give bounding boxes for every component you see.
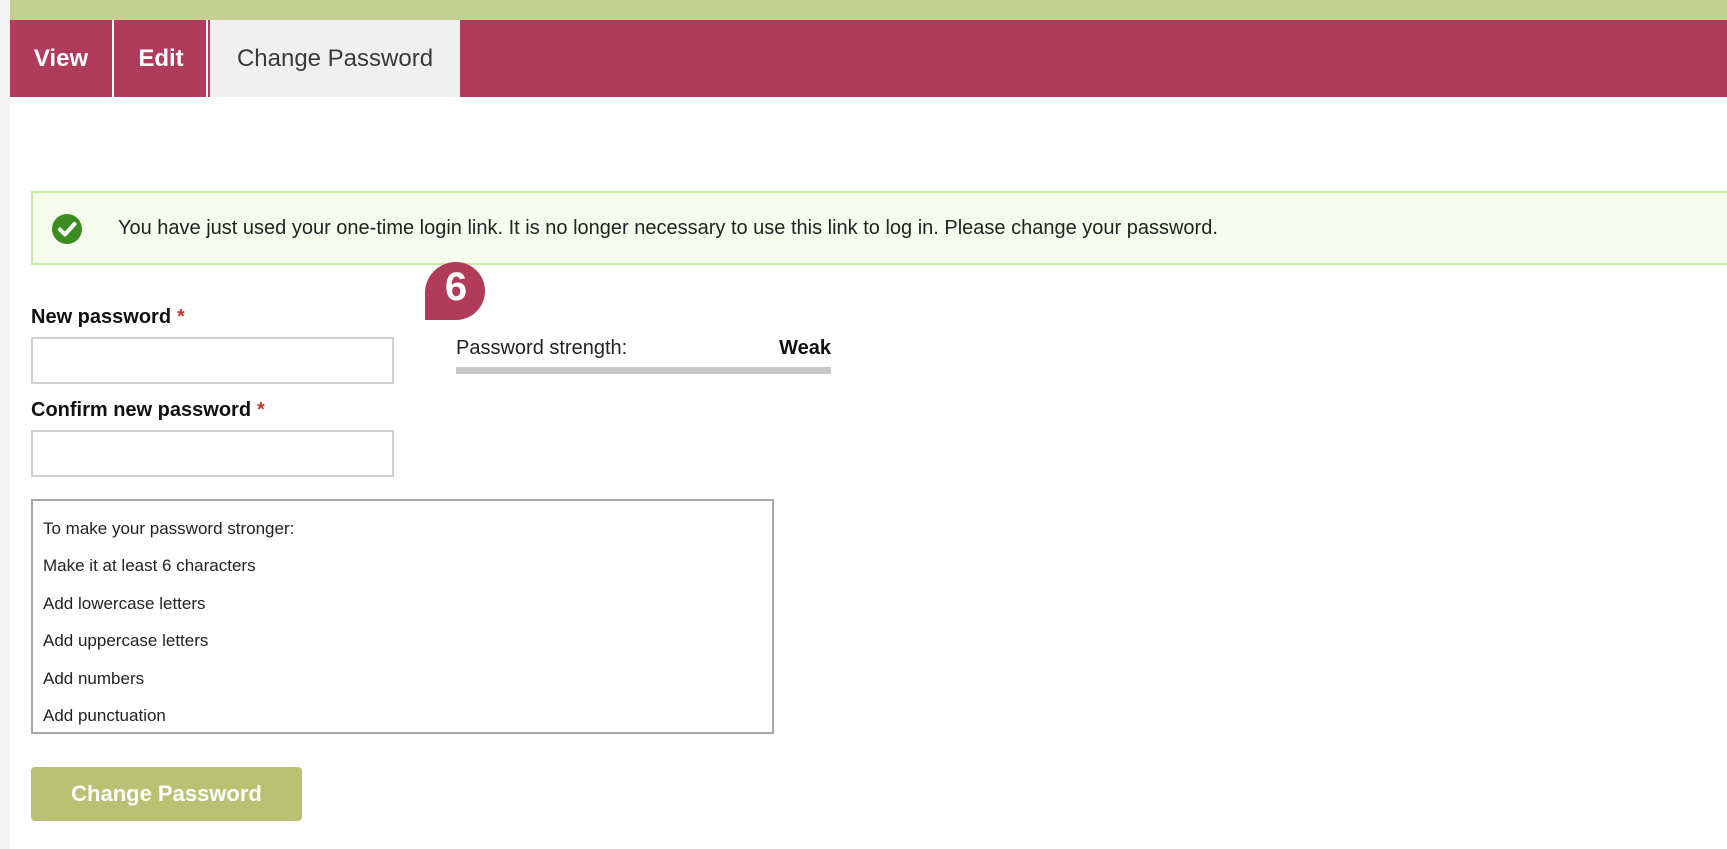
password-suggestions-heading: To make your password stronger: <box>43 519 295 538</box>
status-message: You have just used your one-time login l… <box>31 191 1727 265</box>
password-suggestion-item: Make it at least 6 characters <box>43 556 256 576</box>
password-suggestion-item: Add numbers <box>43 668 145 688</box>
password-strength-label: Password strength: <box>456 337 628 359</box>
required-marker: * <box>257 399 265 421</box>
password-suggestion-item: Add punctuation <box>43 706 166 726</box>
password-suggestions-box: To make your password stronger: Make it … <box>31 499 774 734</box>
tab-view[interactable]: View <box>10 20 114 97</box>
confirm-password-input[interactable] <box>31 430 394 477</box>
top-accent-band <box>10 0 1727 20</box>
confirm-password-label-text: Confirm new password <box>31 399 252 421</box>
step-callout-number: 6 <box>444 265 468 309</box>
new-password-label: New password * <box>31 306 185 329</box>
change-password-button[interactable]: Change Password <box>31 767 302 821</box>
page: View Edit Change Password You have just … <box>0 0 1727 849</box>
password-strength-value: Weak <box>779 337 831 359</box>
tab-edit[interactable]: Edit <box>116 20 208 97</box>
new-password-label-text: New password <box>31 306 172 328</box>
checkmark-circle-icon <box>52 214 82 244</box>
password-strength-meter <box>456 367 831 374</box>
password-suggestion-item: Add lowercase letters <box>43 593 206 613</box>
new-password-input[interactable] <box>31 337 394 384</box>
status-message-text: You have just used your one-time login l… <box>118 217 1218 239</box>
tab-change-password[interactable]: Change Password <box>210 20 460 97</box>
local-tasks-tab-bar: View Edit Change Password <box>10 20 1727 97</box>
required-marker: * <box>177 306 185 328</box>
confirm-password-label: Confirm new password * <box>31 399 265 422</box>
password-suggestion-item: Add uppercase letters <box>43 631 209 651</box>
page-left-margin <box>0 0 10 849</box>
